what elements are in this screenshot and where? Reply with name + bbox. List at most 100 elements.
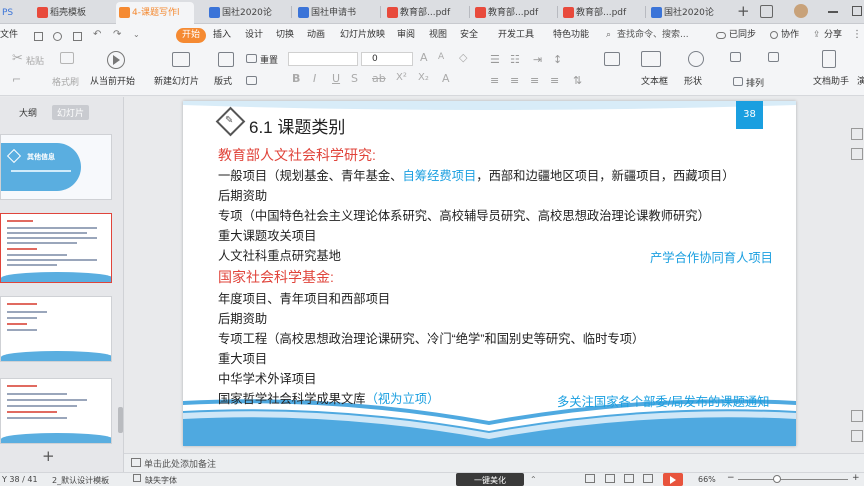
layout-icon[interactable] (218, 52, 234, 67)
side-tool-icon[interactable] (851, 128, 863, 140)
save-icon[interactable] (34, 32, 43, 41)
tab-doc-2[interactable]: 国社申请书 (295, 2, 375, 24)
menu-security[interactable]: 安全 (460, 28, 478, 43)
textbox-icon[interactable] (641, 51, 661, 67)
strikethrough-icon[interactable]: ab (372, 72, 386, 85)
export-icon[interactable] (73, 32, 82, 41)
copy-icon[interactable] (60, 52, 74, 64)
side-tool-icon[interactable] (851, 430, 863, 442)
zoom-level[interactable]: 66% (698, 475, 716, 484)
clear-format-icon[interactable]: ◇ (459, 51, 467, 64)
text-direction-icon[interactable]: ⇅ (573, 74, 582, 87)
play-slideshow-button[interactable] (663, 473, 683, 486)
slide-thumbnail[interactable]: 其他信息 (0, 134, 112, 200)
format-painter-icon[interactable]: ⌐ (12, 73, 21, 86)
shadow-icon[interactable]: S (351, 72, 358, 85)
menu-animation[interactable]: 动画 (307, 28, 325, 43)
align-center-icon[interactable]: ≡ (510, 74, 519, 87)
tab-doc-1[interactable]: 国社2020论 (206, 2, 286, 24)
avatar[interactable] (794, 4, 808, 18)
menu-home[interactable]: 开始 (176, 28, 207, 43)
grow-font-icon[interactable]: A (420, 51, 428, 64)
zoom-slider[interactable] (738, 479, 848, 480)
doc-assistant-icon[interactable] (822, 50, 836, 68)
bold-icon[interactable]: B (292, 72, 300, 85)
font-name-select[interactable] (288, 52, 358, 66)
align-right-icon[interactable]: ≡ (530, 74, 539, 87)
expand-icon[interactable]: ⌃ (530, 475, 537, 484)
arrange-button[interactable]: 排列 (746, 76, 764, 89)
new-slide-icon[interactable] (172, 52, 190, 67)
reset-icon[interactable] (246, 54, 257, 63)
reset-button[interactable]: 重置 (260, 53, 278, 66)
normal-view-icon[interactable] (585, 474, 595, 483)
beautify-button[interactable]: 一键美化 (456, 473, 524, 486)
side-tool-icon[interactable] (851, 410, 863, 422)
reading-view-icon[interactable] (624, 474, 634, 483)
textbox-button[interactable]: 文本框 (641, 74, 668, 87)
slide-thumbnail-selected[interactable] (0, 213, 112, 283)
collaborate-button[interactable]: 协作 (781, 28, 799, 43)
notes-placeholder[interactable]: 单击此处添加备注 (144, 457, 216, 470)
doc-assistant-button[interactable]: 文档助手 (813, 74, 849, 87)
menu-features[interactable]: 特色功能 (553, 28, 589, 43)
paste-button[interactable]: 粘贴 (26, 54, 44, 67)
tab-pdf-1[interactable]: 教育部...pdf (384, 2, 464, 24)
cut-icon[interactable]: ✂ (12, 51, 23, 66)
menu-developer[interactable]: 开发工具 (498, 28, 534, 43)
minimize-icon[interactable] (828, 11, 838, 13)
menu-slideshow[interactable]: 幻灯片放映 (340, 28, 385, 43)
notes-bar[interactable]: 单击此处添加备注 (124, 453, 864, 472)
zoom-in-icon[interactable]: + (852, 473, 860, 483)
menu-file[interactable]: 文件 (0, 28, 18, 43)
picture-icon[interactable] (604, 52, 620, 66)
indent-icon[interactable]: ⇥ (533, 53, 542, 66)
print-icon[interactable] (53, 32, 62, 41)
new-tab-plus-icon[interactable]: + (737, 2, 750, 20)
section-icon[interactable] (246, 76, 257, 85)
line-spacing-icon[interactable]: ↕ (553, 53, 562, 66)
menu-view[interactable]: 视图 (429, 28, 447, 43)
redo-icon[interactable]: ↷ (113, 29, 121, 40)
undo-icon[interactable]: ↶ (93, 29, 101, 40)
window-layout-icon[interactable] (760, 5, 773, 18)
layout-button[interactable]: 版式 (214, 74, 232, 87)
side-tool-icon[interactable] (851, 148, 863, 160)
zoom-out-icon[interactable]: − (727, 473, 735, 483)
bullet-list-icon[interactable]: ☰ (490, 53, 500, 66)
tab-pdf-2[interactable]: 教育部...pdf (472, 2, 554, 24)
missing-font-button[interactable]: 缺失字体 (145, 475, 177, 486)
new-slide-button[interactable]: 新建幻灯片 (154, 74, 199, 87)
shapes-button[interactable]: 形状 (684, 74, 702, 87)
play-from-current-icon[interactable] (107, 51, 125, 69)
tab-doc-3[interactable]: 国社2020论 (648, 2, 728, 24)
command-search-input[interactable]: 查找命令、搜索... (617, 28, 689, 43)
zoom-slider-thumb[interactable] (773, 475, 781, 483)
arrange-icon[interactable] (733, 77, 743, 86)
outline-tab[interactable]: 大纲 (19, 106, 37, 119)
menu-design[interactable]: 设计 (245, 28, 263, 43)
slide-sorter-icon[interactable] (605, 474, 615, 483)
find-icon[interactable] (730, 52, 741, 62)
align-left-icon[interactable]: ≡ (490, 74, 499, 87)
numbered-list-icon[interactable]: ☷ (510, 53, 520, 66)
add-slide-plus-icon[interactable]: + (42, 447, 55, 465)
sync-status[interactable]: 已同步 (729, 28, 756, 43)
shapes-icon[interactable] (688, 51, 704, 67)
tab-pdf-3[interactable]: 教育部...pdf (560, 2, 640, 24)
menu-insert[interactable]: 插入 (213, 28, 231, 43)
more-ribbon-button[interactable]: 演 (857, 74, 864, 87)
thumbnail-scrollbar[interactable] (118, 407, 123, 433)
format-painter-button[interactable]: 格式刷 (52, 75, 79, 88)
tab-ps[interactable]: PS (0, 2, 22, 24)
tab-template[interactable]: 稻壳模板 (34, 2, 104, 24)
subscript-icon[interactable]: X₂ (418, 72, 429, 83)
play-from-current-button[interactable]: 从当前开始 (90, 74, 135, 87)
tab-active-presentation[interactable]: 4-课题写作l (116, 2, 194, 24)
justify-icon[interactable]: ≡ (550, 74, 559, 87)
share-button[interactable]: 分享 (824, 28, 842, 43)
more-menu-icon[interactable]: ⋮ (852, 29, 862, 40)
select-icon[interactable] (768, 52, 779, 62)
slide[interactable]: ✎ 6.1 课题类别 38 教育部人文社会科学研究: 一般项目（规划基金、青年基… (183, 101, 796, 446)
menu-transition[interactable]: 切换 (276, 28, 294, 43)
